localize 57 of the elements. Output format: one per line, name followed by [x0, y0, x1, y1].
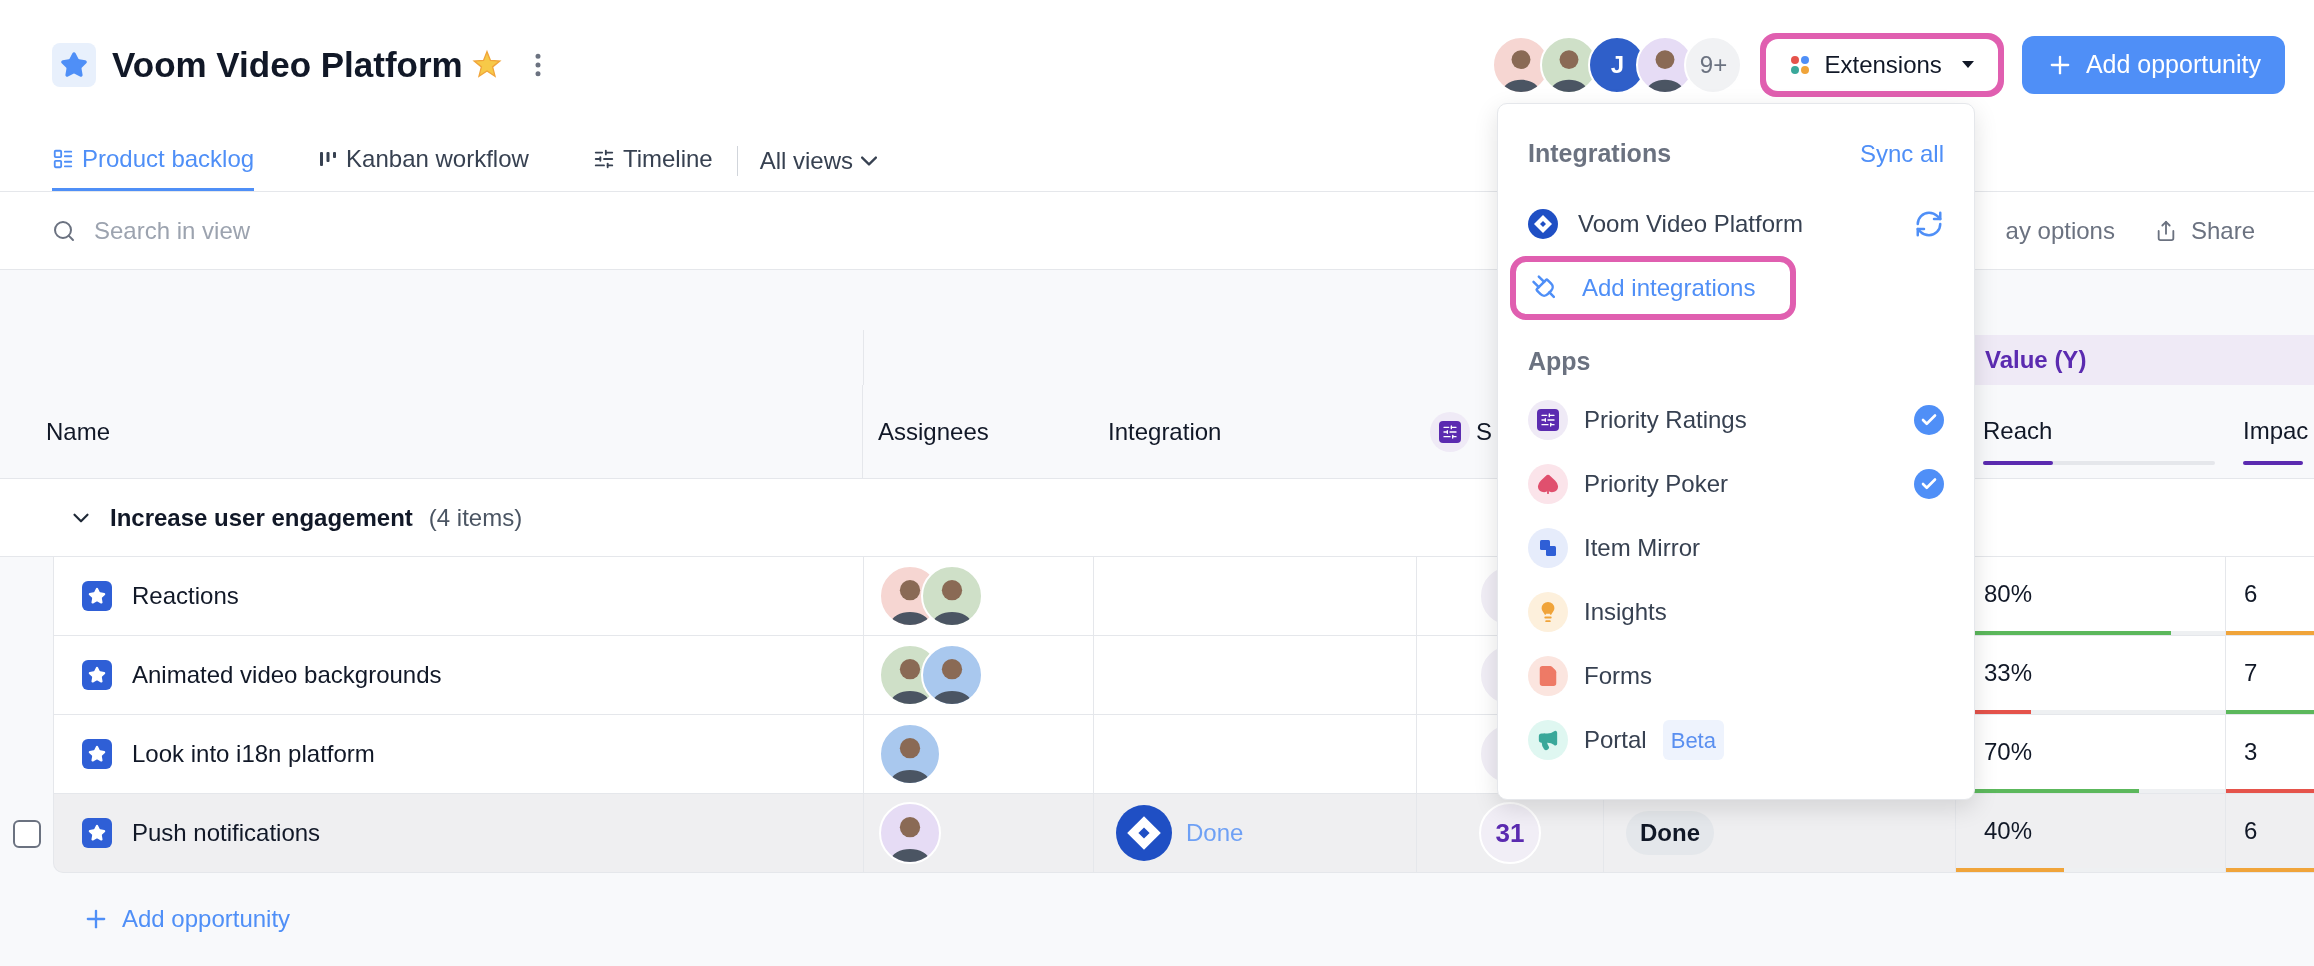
overlapping-squares-icon — [1528, 528, 1568, 568]
status-badge[interactable]: Done — [1626, 811, 1714, 855]
group-title: Increase user engagement — [110, 502, 413, 533]
reach-value: 80% — [1983, 579, 2034, 609]
column-header[interactable]: S — [1476, 413, 1492, 450]
opportunity-name[interactable]: Animated video backgrounds — [132, 657, 442, 693]
toolbar-button[interactable]: ay options — [2005, 212, 2115, 249]
app-menu-item[interactable]: Priority Ratings — [1528, 388, 1944, 452]
sliders-icon — [1528, 400, 1568, 440]
section-heading: Integrations — [1528, 138, 1672, 170]
reach-value: 33% — [1983, 658, 2034, 688]
spade-icon — [1528, 464, 1568, 504]
timeline-icon — [592, 148, 615, 170]
sync-icon[interactable] — [1914, 209, 1944, 239]
more-avatars-badge[interactable]: 9+ — [1684, 36, 1743, 94]
view-tab[interactable]: Timeline — [592, 130, 713, 191]
lightbulb-icon — [1528, 592, 1568, 632]
document-icon — [1528, 656, 1568, 696]
toolbar-button[interactable]: Share — [2154, 212, 2255, 249]
extensions-button[interactable]: Extensions — [1766, 39, 1998, 91]
caret-icon — [1961, 61, 1974, 69]
reach-value: 40% — [1983, 816, 2034, 846]
megaphone-icon — [1528, 720, 1568, 760]
row-checkbox[interactable] — [12, 819, 41, 848]
app-menu-item[interactable]: Forms — [1528, 644, 1944, 708]
group-count: (4 items) — [428, 502, 523, 533]
impact-value: 7 — [2243, 658, 2259, 688]
impact-value: 6 — [2243, 816, 2259, 846]
column-header[interactable]: Name — [46, 413, 111, 450]
column-header[interactable]: Assignees — [878, 413, 989, 450]
impact-value: 6 — [2243, 579, 2259, 609]
section-heading: Apps — [1528, 346, 1591, 378]
kanban-icon — [318, 149, 339, 169]
score-badge: 31 — [1479, 802, 1541, 864]
diamond-logo-icon — [1528, 209, 1558, 239]
beta-badge: Beta — [1662, 720, 1724, 760]
opportunity-name[interactable]: Look into i18n platform — [132, 736, 375, 772]
opportunity-name[interactable]: Reactions — [132, 578, 239, 614]
column-header[interactable]: Reach — [1983, 412, 2215, 449]
list-icon — [52, 148, 74, 170]
apps-icon — [1790, 55, 1811, 75]
impact-value: 3 — [2243, 737, 2259, 767]
table-row[interactable]: Push notifications Done 31 Done 40% 6 — [53, 794, 2314, 873]
menu-item[interactable]: Voom Video Platform — [1578, 206, 1803, 242]
reach-value: 70% — [1983, 737, 2034, 767]
sliders-icon — [1430, 411, 1470, 452]
all-views-dropdown[interactable]: All views — [759, 130, 878, 191]
app-menu-item[interactable]: Priority Poker — [1528, 452, 1944, 516]
search-field[interactable]: Search in view — [94, 212, 494, 249]
opportunity-name[interactable]: Push notifications — [132, 815, 321, 851]
project-title: Voom Video Platform — [112, 43, 463, 86]
diamond-logo-icon — [1116, 805, 1172, 861]
column-header[interactable]: Integration — [1108, 413, 1222, 450]
search-icon — [52, 218, 76, 243]
chevron-down-icon — [861, 155, 878, 166]
column-header[interactable]: Impac — [2243, 412, 2314, 449]
view-tab[interactable]: Kanban workflow — [318, 130, 529, 191]
